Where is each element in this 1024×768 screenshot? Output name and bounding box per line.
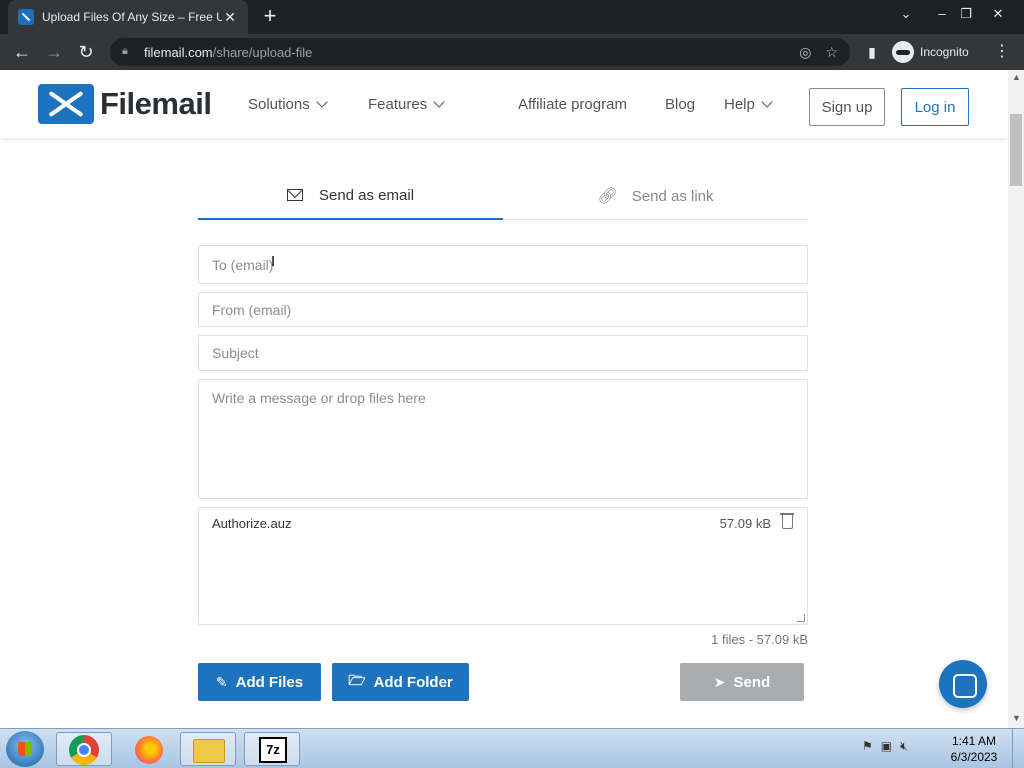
from-email-input[interactable]	[198, 292, 808, 327]
nav-solutions[interactable]: Solutions	[248, 96, 328, 113]
link-icon: 🔗︎	[597, 188, 618, 205]
system-clock[interactable]: 1:41 AM 6/3/2023	[944, 733, 1004, 765]
lock-icon: 🔒︎	[122, 45, 128, 57]
window-minimize-icon[interactable]: –	[930, 4, 954, 24]
show-desktop-button[interactable]	[1012, 729, 1024, 768]
browser-toolbar: ← → ↻ 🔒︎ filemail.com/share/upload-file …	[0, 34, 1024, 70]
side-panel-icon[interactable]: ▮	[860, 40, 884, 64]
tab-title: Upload Files Of Any Size – Free U	[42, 10, 222, 24]
nav-features-label: Features	[368, 96, 428, 113]
clock-date: 6/3/2023	[950, 750, 998, 764]
files-summary: 1 files - 57.09 kB	[711, 632, 808, 647]
eye-off-icon[interactable]: ◎	[799, 44, 811, 61]
filemail-logo[interactable]: Filemail	[38, 84, 212, 124]
page-scrollbar[interactable]: ▲ ▼	[1008, 70, 1024, 728]
action-center-flag-icon[interactable]: ⚑	[862, 739, 873, 754]
forward-arrow-icon[interactable]: →	[42, 40, 66, 64]
url-host: filemail.com	[144, 44, 213, 60]
nav-help[interactable]: Help	[724, 96, 773, 113]
text-cursor-icon: I	[271, 253, 276, 270]
nav-affiliate[interactable]: Affiliate program	[518, 96, 627, 113]
scrollbar-thumb[interactable]	[1010, 114, 1022, 186]
tab-link-label: Send as link	[631, 187, 714, 205]
signup-button[interactable]: Sign up	[809, 88, 885, 126]
filemail-logo-icon	[38, 84, 94, 124]
file-list[interactable]: Authorize.auz 57.09 kB	[198, 507, 808, 625]
file-name: Authorize.auz	[212, 516, 292, 531]
to-email-input[interactable]	[198, 245, 808, 284]
nav-blog[interactable]: Blog	[665, 96, 695, 113]
browser-tab-bar: Upload Files Of Any Size – Free U ✕ + ⌄ …	[0, 0, 1024, 34]
back-arrow-icon[interactable]: ←	[10, 40, 34, 64]
network-icon[interactable]: ▣	[881, 739, 892, 754]
taskbar-firefox[interactable]	[120, 732, 176, 766]
chrome-icon	[69, 735, 99, 765]
message-textarea[interactable]	[198, 379, 808, 499]
taskbar: 7z ⚑ ▣ 🔇︎ 1:41 AM 6/3/2023	[0, 728, 1024, 768]
taskbar-explorer[interactable]	[180, 732, 236, 766]
paperclip-icon: ✎	[215, 673, 228, 690]
send-mode-tabs: Send as email 🔗︎ Send as link	[198, 172, 808, 220]
logo-text: Filemail	[100, 86, 212, 121]
window-close-icon[interactable]: ✕	[986, 4, 1010, 24]
nav-help-label: Help	[724, 96, 755, 113]
url-path: /share/upload-file	[212, 44, 313, 60]
nav-solutions-label: Solutions	[248, 96, 310, 113]
browser-tab[interactable]: Upload Files Of Any Size – Free U ✕	[8, 0, 248, 34]
subject-input[interactable]	[198, 335, 808, 371]
browser-menu-icon[interactable]: ⋮	[994, 40, 1010, 64]
new-tab-button[interactable]: +	[258, 4, 282, 28]
address-bar[interactable]: 🔒︎ filemail.com/share/upload-file ◎ ☆	[110, 38, 850, 66]
filemail-favicon-icon	[18, 9, 34, 25]
tab-search-chevron-icon[interactable]: ⌄	[894, 4, 918, 24]
trash-icon[interactable]	[780, 513, 794, 529]
taskbar-chrome[interactable]	[56, 732, 112, 766]
file-size: 57.09 kB	[719, 516, 771, 531]
tab-send-as-link[interactable]: 🔗︎ Send as link	[503, 172, 808, 220]
nav-features[interactable]: Features	[368, 96, 445, 113]
login-button[interactable]: Log in	[901, 88, 969, 126]
sevenzip-icon: 7z	[259, 737, 287, 763]
send-button[interactable]: ➤ Send	[680, 663, 804, 701]
send-label: Send	[733, 673, 771, 691]
site-header: Filemail Solutions Features Affiliate pr…	[0, 70, 1008, 138]
system-tray: ⚑ ▣ 🔇︎	[862, 739, 908, 754]
folder-open-icon: 🗁︎	[348, 672, 366, 688]
bookmark-star-icon[interactable]: ☆	[825, 44, 838, 61]
add-folder-label: Add Folder	[373, 673, 453, 691]
chat-widget-icon[interactable]	[939, 660, 987, 708]
incognito-icon	[892, 41, 914, 63]
envelope-icon	[286, 189, 303, 201]
add-files-button[interactable]: ✎ Add Files	[198, 663, 321, 701]
window-restore-icon[interactable]: ❐	[954, 4, 978, 24]
chevron-down-icon	[433, 96, 445, 108]
add-files-label: Add Files	[235, 673, 304, 691]
volume-muted-icon[interactable]: 🔇︎	[900, 739, 908, 754]
clock-time: 1:41 AM	[951, 734, 997, 748]
paper-plane-icon: ➤	[713, 673, 726, 690]
taskbar-7zip[interactable]: 7z	[244, 732, 300, 766]
tab-send-as-email[interactable]: Send as email	[198, 172, 503, 220]
add-folder-button[interactable]: 🗁︎ Add Folder	[332, 663, 469, 701]
reload-icon[interactable]: ↻	[74, 40, 98, 64]
firefox-icon	[135, 736, 163, 764]
chevron-down-icon	[761, 96, 773, 108]
scroll-down-icon[interactable]: ▼	[1012, 713, 1021, 723]
start-button[interactable]	[6, 731, 44, 767]
resize-handle[interactable]	[797, 614, 805, 622]
chevron-down-icon	[316, 96, 328, 108]
incognito-label: Incognito	[920, 45, 969, 59]
incognito-profile[interactable]: Incognito	[892, 40, 969, 64]
tab-email-label: Send as email	[318, 186, 415, 204]
scroll-up-icon[interactable]: ▲	[1012, 72, 1021, 82]
folder-icon	[193, 739, 225, 763]
tab-close-icon[interactable]: ✕	[222, 9, 238, 26]
